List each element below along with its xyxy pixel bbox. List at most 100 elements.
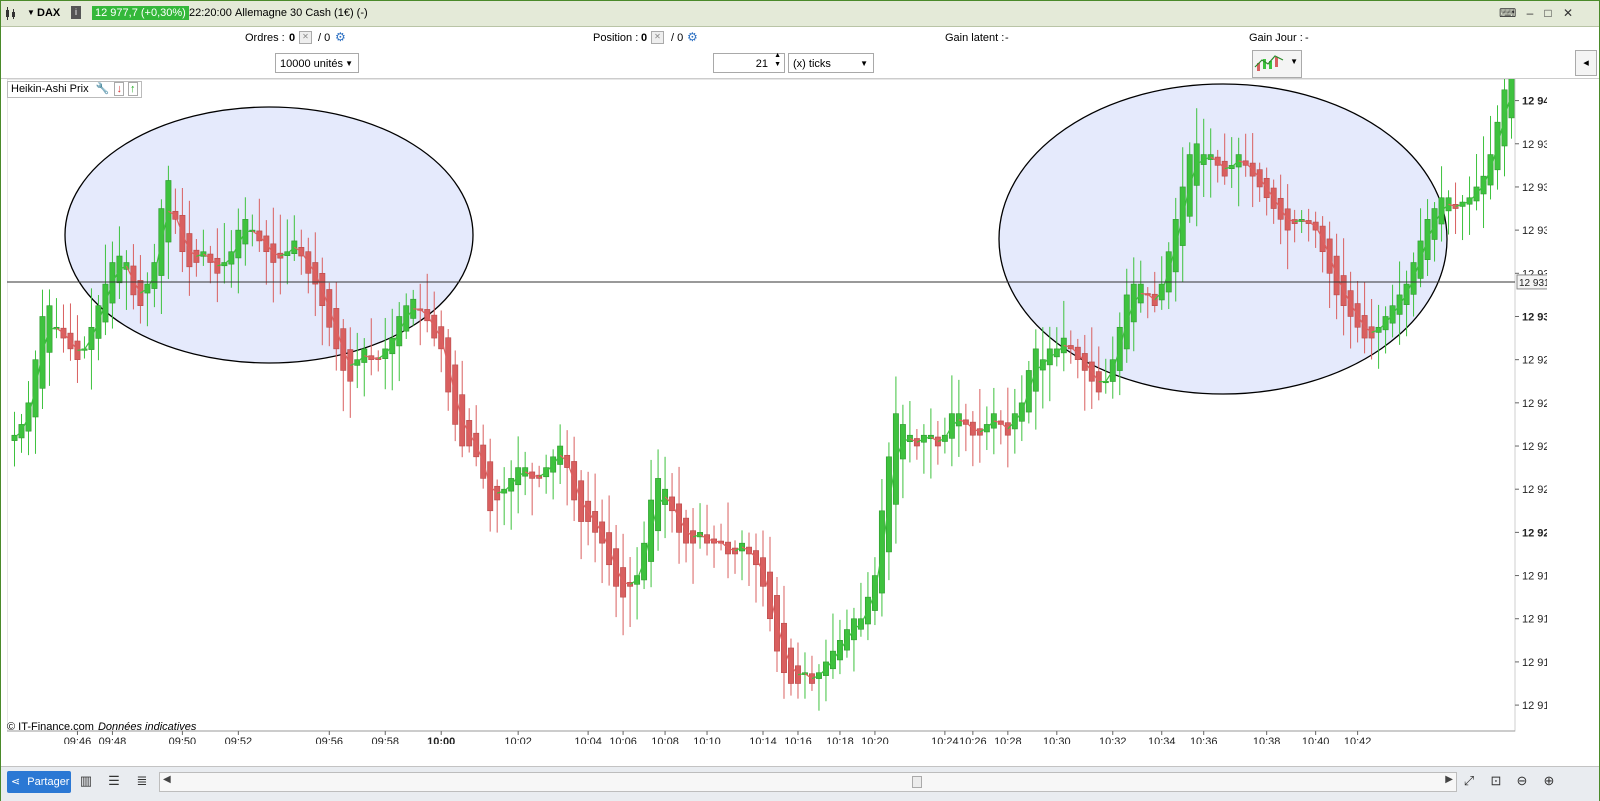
x-tick-label: 10:30 xyxy=(1043,736,1071,744)
x-tick-label: 10:26 xyxy=(959,736,987,744)
x-tick-label: 10:16 xyxy=(784,736,812,744)
x-tick-label: 10:42 xyxy=(1344,736,1372,744)
share-icon: ⋖ xyxy=(11,776,21,788)
symbol-dropdown-icon[interactable]: ▼ xyxy=(27,8,35,17)
tick-type-select-value: (x) ticks xyxy=(793,58,831,70)
zoom-in-icon[interactable]: ⊕ xyxy=(1540,772,1558,790)
y-tick-label: 12 912 xyxy=(1522,700,1547,712)
chevron-down-icon: ▼ xyxy=(345,59,353,68)
x-tick-label: 10:36 xyxy=(1190,736,1218,744)
scroll-thumb[interactable] xyxy=(912,776,922,788)
units-select-value: 10000 unités xyxy=(280,58,343,70)
cancel-orders-icon[interactable]: ✕ xyxy=(299,31,312,44)
zoom-out-icon[interactable]: ⊖ xyxy=(1513,772,1531,790)
keyboard-icon[interactable]: ⌨ xyxy=(1499,6,1516,20)
y-tick-label: 12 920 xyxy=(1522,527,1547,539)
horizontal-scrollbar[interactable]: ◀ ▶ xyxy=(159,772,1457,792)
info-icon[interactable]: i xyxy=(71,6,81,19)
orders-settings-icon[interactable]: ⚙ xyxy=(335,30,346,44)
share-button[interactable]: ⋖ Partager xyxy=(7,771,71,793)
scroll-left-icon[interactable]: ◀ xyxy=(163,774,171,785)
last-price-badge: 12 977,7 (+0,30%) xyxy=(92,6,189,20)
unrealized-gain-value: - xyxy=(1005,32,1009,44)
position-settings-icon[interactable]: ⚙ xyxy=(687,30,698,44)
wrench-icon[interactable]: 🔧 xyxy=(96,83,110,95)
x-tick-label: 10:40 xyxy=(1302,736,1330,744)
candle-body xyxy=(1368,326,1375,339)
x-tick-label: 10:14 xyxy=(749,736,777,744)
bottom-toolbar: ⋖ Partager ▥ ☰ ≣ ◀ ▶ ⤢ ⊡ ⊖ ⊕ xyxy=(1,766,1599,801)
zoom-fit-icon[interactable]: ⊡ xyxy=(1487,772,1505,790)
maximize-button[interactable]: □ xyxy=(1541,6,1555,20)
position-total: / 0 xyxy=(671,32,684,44)
stepper-arrows-icon[interactable]: ▲ ▼ xyxy=(774,51,781,69)
ha-trend-line-segment xyxy=(245,230,253,233)
y-tick-label: 12 918 xyxy=(1522,571,1547,583)
price-chart[interactable]: 12 94012 93812 93612 93412 93212 93012 9… xyxy=(7,79,1547,744)
ha-trend-line-segment xyxy=(1140,292,1148,295)
ha-trend-line-segment xyxy=(77,349,85,351)
x-tick-label: 09:48 xyxy=(99,736,127,744)
position-label: Position : xyxy=(593,32,639,44)
x-tick-label: 10:00 xyxy=(427,736,455,744)
daily-gain-label: Gain Jour : xyxy=(1249,32,1303,44)
x-tick-label: 10:18 xyxy=(826,736,854,744)
properties-icon[interactable]: ☰ xyxy=(105,772,123,790)
position-info-bar: Ordres : 0 ✕ / 0 ⚙ Position : 0 ✕ / 0 ⚙ … xyxy=(1,27,1599,49)
title-bar: ▼ DAX i 12 977,7 (+0,30%) 22:20:00 Allem… xyxy=(1,1,1599,27)
x-tick-label: 10:24 xyxy=(931,736,959,744)
orders-label: Ordres : xyxy=(245,32,285,44)
x-tick-label: 10:28 xyxy=(994,736,1022,744)
units-select[interactable]: 10000 unités ▼ xyxy=(275,53,359,73)
y-tick-label: 12 928 xyxy=(1522,355,1547,367)
y-tick-label: 12 936 xyxy=(1522,182,1547,194)
x-tick-label: 09:50 xyxy=(169,736,197,744)
chart-controls-bar: 10000 unités ▼ 21 ▲ ▼ (x) ticks ▼ ▼ ◂ xyxy=(1,50,1599,79)
unrealized-gain-label: Gain latent : xyxy=(945,32,1005,44)
indicators-icon[interactable]: ≣ xyxy=(133,772,151,790)
x-tick-label: 10:04 xyxy=(574,736,602,744)
x-tick-label: 09:46 xyxy=(64,736,92,744)
y-tick-label: 12 938 xyxy=(1522,139,1547,151)
x-tick-label: 10:32 xyxy=(1099,736,1127,744)
x-tick-label: 10:08 xyxy=(651,736,679,744)
x-tick-label: 09:52 xyxy=(225,736,253,744)
candle-body xyxy=(1151,293,1158,306)
daily-gain-value: - xyxy=(1305,32,1309,44)
x-tick-label: 10:06 xyxy=(609,736,637,744)
close-button[interactable]: ✕ xyxy=(1561,6,1575,20)
minimize-button[interactable]: – xyxy=(1523,6,1537,20)
orders-total: / 0 xyxy=(318,32,331,44)
chart-type-button[interactable]: ▼ xyxy=(1252,50,1302,78)
auto-scale-icon[interactable]: ⤢ xyxy=(1460,772,1478,790)
expand-panel-button[interactable]: ◂ xyxy=(1575,50,1597,76)
indicator-name: Heikin-Ashi Prix xyxy=(11,83,89,95)
tick-type-select[interactable]: (x) ticks ▼ xyxy=(788,53,874,73)
y-tick-label: 12 934 xyxy=(1522,225,1547,237)
y-tick-label: 12 926 xyxy=(1522,398,1547,410)
candlestick-chart-icon[interactable] xyxy=(5,7,19,20)
ha-trend-line-segment xyxy=(413,308,421,311)
remove-indicator-icon[interactable]: ↓ xyxy=(114,82,124,96)
ticks-stepper-value: 21 xyxy=(755,58,768,70)
position-value: 0 xyxy=(641,32,648,44)
annotation-ellipse xyxy=(64,106,474,364)
orders-value: 0 xyxy=(289,32,296,44)
move-indicator-icon[interactable]: ↑ xyxy=(128,82,138,96)
y-tick-label: 12 916 xyxy=(1522,614,1547,626)
x-tick-label: 10:34 xyxy=(1148,736,1176,744)
scroll-right-icon[interactable]: ▶ xyxy=(1445,774,1453,785)
chart-style-icon[interactable]: ▥ xyxy=(77,772,95,790)
indicator-label[interactable]: Heikin-Ashi Prix 🔧 ↓ ↑ xyxy=(7,81,142,98)
symbol-name[interactable]: DAX xyxy=(37,7,60,19)
close-position-icon[interactable]: ✕ xyxy=(651,31,664,44)
y-tick-label: 12 922 xyxy=(1522,484,1547,496)
candlestick-chart-svg: 12 94012 93812 93612 93412 93212 93012 9… xyxy=(7,79,1547,744)
platform-window: ▼ DAX i 12 977,7 (+0,30%) 22:20:00 Allem… xyxy=(0,0,1600,801)
ticks-stepper[interactable]: 21 ▲ ▼ xyxy=(713,51,785,73)
chart-type-icon xyxy=(1254,55,1284,71)
instrument-name: Allemagne 30 Cash (1€) (-) xyxy=(235,7,368,19)
x-tick-label: 09:56 xyxy=(316,736,344,744)
candle-body xyxy=(347,349,354,382)
indicative-data-note: Données indicatives xyxy=(97,721,197,733)
